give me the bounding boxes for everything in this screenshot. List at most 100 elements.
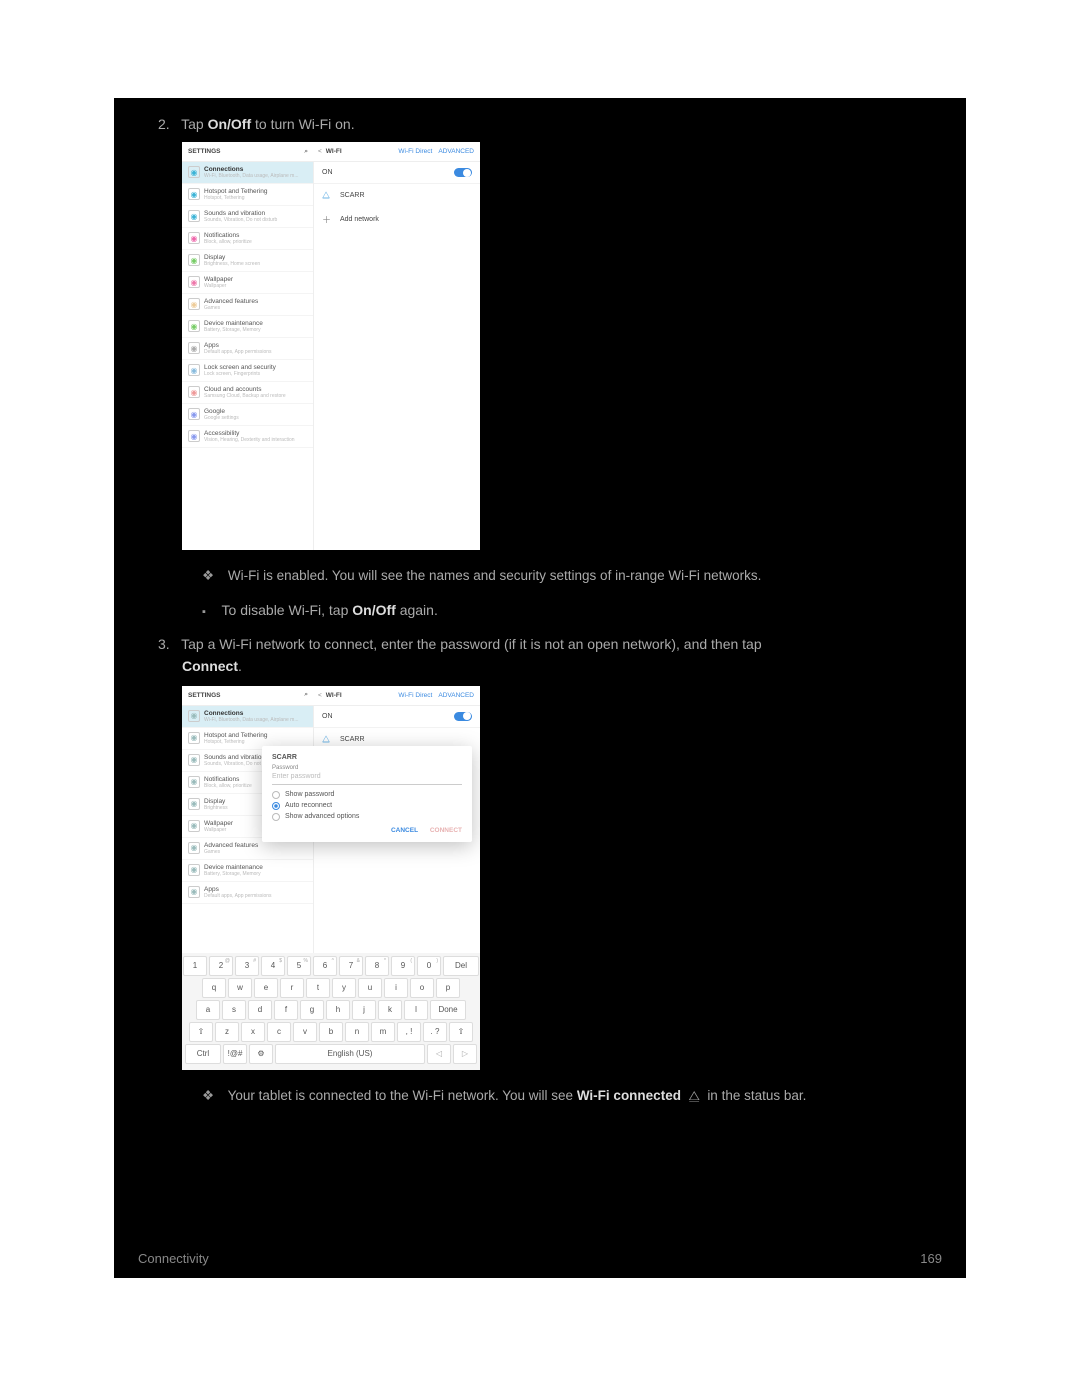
key[interactable]: 4$: [261, 956, 285, 976]
key[interactable]: m: [371, 1022, 395, 1042]
sidebar-item[interactable]: ◉Hotspot and TetheringHotspot, Tethering: [182, 184, 313, 206]
search-icon-2[interactable]: ⌕: [304, 691, 308, 699]
add-network-row[interactable]: ＋ Add network: [314, 207, 480, 232]
show-password-option[interactable]: Show password: [272, 791, 462, 799]
wifi-panel-title: WI-FI: [326, 148, 342, 155]
wifi-direct-link-2[interactable]: Wi-Fi Direct: [398, 692, 432, 699]
sidebar-item[interactable]: ◉Advanced featuresGames: [182, 294, 313, 316]
key[interactable]: 6^: [313, 956, 337, 976]
wifi-panel: ON ⧋ SCARR ＋ Add network: [314, 162, 480, 550]
wifi-on-label: ON: [322, 169, 333, 176]
spacebar[interactable]: English (US): [275, 1044, 425, 1064]
wifi-signal-icon: ⧋: [322, 190, 334, 201]
sidebar-item[interactable]: ◉ConnectionsWi-Fi, Bluetooth, Data usage…: [182, 706, 313, 728]
wifi-switch-on-2[interactable]: [454, 712, 472, 721]
advanced-link[interactable]: ADVANCED: [438, 148, 474, 155]
key[interactable]: x: [241, 1022, 265, 1042]
key[interactable]: q: [202, 978, 226, 998]
sidebar-item[interactable]: ◉AppsDefault apps, App permissions: [182, 338, 313, 360]
password-input[interactable]: Enter password: [272, 771, 462, 785]
sidebar-item[interactable]: ◉Device maintenanceBattery, Storage, Mem…: [182, 860, 313, 882]
sidebar-item[interactable]: ◉DisplayBrightness, Home screen: [182, 250, 313, 272]
dialog-title: SCARR: [272, 754, 462, 761]
key[interactable]: 2@: [209, 956, 233, 976]
key[interactable]: Del: [443, 956, 479, 976]
back-icon-2[interactable]: <: [318, 692, 322, 699]
key[interactable]: 3#: [235, 956, 259, 976]
key[interactable]: t: [306, 978, 330, 998]
radio-unchecked-icon: [272, 791, 280, 799]
screenshot-wifi-connect-dialog: SETTINGS ⌕ < WI-FI Wi-Fi Direct ADVANCED…: [182, 686, 480, 1070]
sidebar-item[interactable]: ◉ConnectionsWi-Fi, Bluetooth, Data usage…: [182, 162, 313, 184]
add-network-label: Add network: [340, 216, 379, 223]
step-2: 2. Tap On/Off to turn Wi-Fi on.: [158, 116, 942, 132]
key[interactable]: u: [358, 978, 382, 998]
search-icon[interactable]: ⌕: [304, 148, 308, 156]
key[interactable]: Ctrl: [185, 1044, 221, 1064]
key[interactable]: h: [326, 1000, 350, 1020]
key[interactable]: d: [248, 1000, 272, 1020]
step-2-bold: On/Off: [208, 116, 252, 132]
sidebar-item[interactable]: ◉Cloud and accountsSamsung Cloud, Backup…: [182, 382, 313, 404]
key[interactable]: y: [332, 978, 356, 998]
connect-button[interactable]: CONNECT: [430, 827, 462, 834]
key[interactable]: g: [300, 1000, 324, 1020]
wifi-direct-link[interactable]: Wi-Fi Direct: [398, 148, 432, 155]
sidebar-item[interactable]: ◉Lock screen and securityLock screen, Fi…: [182, 360, 313, 382]
key[interactable]: i: [384, 978, 408, 998]
wifi-switch-on[interactable]: [454, 168, 472, 177]
key[interactable]: b: [319, 1022, 343, 1042]
key[interactable]: ◁: [427, 1044, 451, 1064]
key[interactable]: o: [410, 978, 434, 998]
step-2-number: 2.: [158, 116, 170, 132]
key[interactable]: !@#: [223, 1044, 247, 1064]
cancel-button[interactable]: CANCEL: [391, 827, 418, 834]
key[interactable]: ⇧: [189, 1022, 213, 1042]
show-advanced-option[interactable]: Show advanced options: [272, 813, 462, 821]
key[interactable]: 9(: [391, 956, 415, 976]
key[interactable]: ⇧: [449, 1022, 473, 1042]
key[interactable]: a: [196, 1000, 220, 1020]
key[interactable]: 0): [417, 956, 441, 976]
tablet-header-2: SETTINGS ⌕ < WI-FI Wi-Fi Direct ADVANCED: [182, 686, 480, 706]
sidebar-item[interactable]: ◉GoogleGoogle settings: [182, 404, 313, 426]
wifi-network-row[interactable]: ⧋ SCARR: [314, 184, 480, 207]
wifi-toggle-row[interactable]: ON: [314, 162, 480, 184]
key[interactable]: f: [274, 1000, 298, 1020]
key[interactable]: . ?: [423, 1022, 447, 1042]
wifi-toggle-row-2[interactable]: ON: [314, 706, 480, 728]
key[interactable]: 7&: [339, 956, 363, 976]
key[interactable]: v: [293, 1022, 317, 1042]
sidebar-item[interactable]: ◉Sounds and vibrationSounds, Vibration, …: [182, 206, 313, 228]
sidebar-item[interactable]: ◉AppsDefault apps, App permissions: [182, 882, 313, 904]
info-disable-wifi: To disable Wi-Fi, tap On/Off again.: [202, 602, 942, 618]
key[interactable]: ▷: [453, 1044, 477, 1064]
key[interactable]: 8*: [365, 956, 389, 976]
key[interactable]: , !: [397, 1022, 421, 1042]
auto-reconnect-option[interactable]: Auto reconnect: [272, 802, 462, 810]
key[interactable]: k: [378, 1000, 402, 1020]
footer-page-number: 169: [920, 1251, 942, 1266]
key[interactable]: r: [280, 978, 304, 998]
key[interactable]: 5%: [287, 956, 311, 976]
sidebar-item[interactable]: ◉WallpaperWallpaper: [182, 272, 313, 294]
sidebar-item[interactable]: ◉NotificationsBlock, allow, prioritize: [182, 228, 313, 250]
key[interactable]: p: [436, 978, 460, 998]
key[interactable]: 1: [183, 956, 207, 976]
key[interactable]: ⚙: [249, 1044, 273, 1064]
key[interactable]: Done: [430, 1000, 466, 1020]
key[interactable]: s: [222, 1000, 246, 1020]
sidebar-item[interactable]: ◉AccessibilityVision, Hearing, Dexterity…: [182, 426, 313, 448]
wifi-network-name: SCARR: [340, 192, 365, 199]
key[interactable]: w: [228, 978, 252, 998]
key[interactable]: l: [404, 1000, 428, 1020]
key[interactable]: j: [352, 1000, 376, 1020]
back-icon[interactable]: <: [318, 148, 322, 155]
sidebar-item[interactable]: ◉Device maintenanceBattery, Storage, Mem…: [182, 316, 313, 338]
key[interactable]: c: [267, 1022, 291, 1042]
advanced-link-2[interactable]: ADVANCED: [438, 692, 474, 699]
key[interactable]: z: [215, 1022, 239, 1042]
key[interactable]: n: [345, 1022, 369, 1042]
key[interactable]: e: [254, 978, 278, 998]
wifi-panel-title-2: WI-FI: [326, 692, 342, 699]
